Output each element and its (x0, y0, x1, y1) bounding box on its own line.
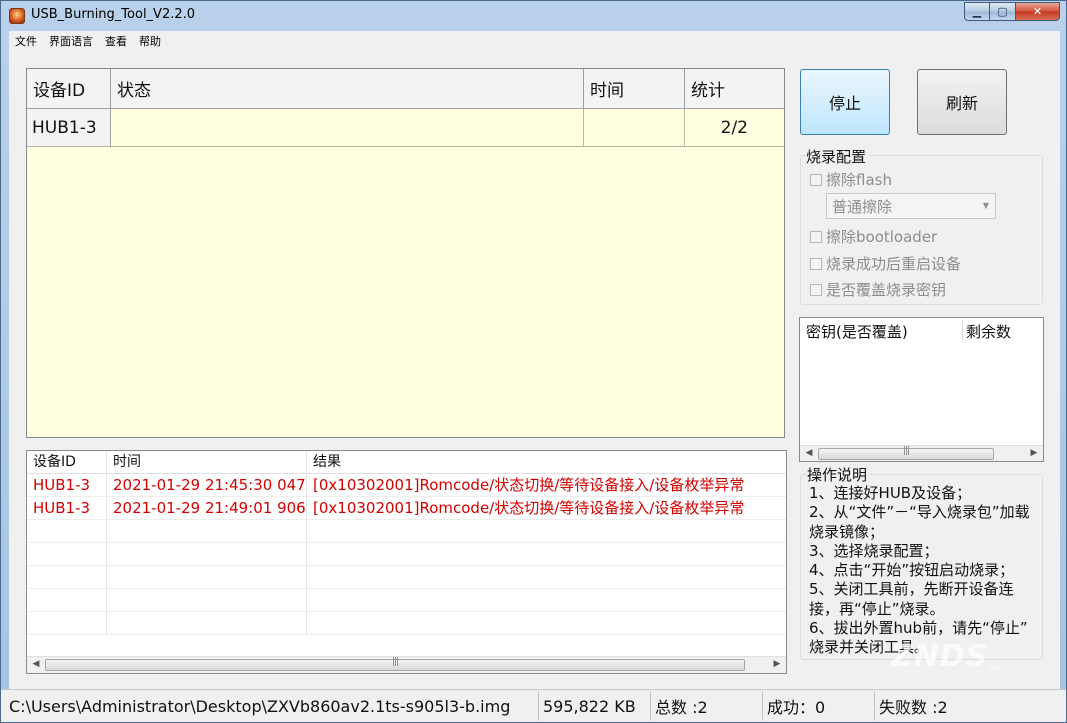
reboot-after-checkbox[interactable] (810, 257, 822, 270)
minimize-button[interactable]: ▁ (964, 2, 990, 21)
overwrite-key-option[interactable]: 是否覆盖烧录密钥 (810, 279, 946, 300)
grid-header-time[interactable]: 时间 (584, 69, 685, 109)
grid-header-count[interactable]: 统计 (685, 69, 784, 109)
menu-view[interactable]: 查看 (99, 33, 133, 49)
reboot-after-label: 烧录成功后重启设备 (826, 255, 962, 273)
status-success-count: 成功：0 (763, 691, 875, 721)
status-file-size: 595,822 KB (539, 691, 651, 721)
burn-config-label: 烧录配置 (806, 146, 870, 167)
log-row[interactable]: HUB1-3 2021-01-29 21:49:01 906 [0x103020… (27, 497, 786, 520)
erase-flash-checkbox[interactable] (810, 173, 822, 186)
app-logo-icon (9, 8, 25, 24)
instructions-label: 操作说明 (807, 464, 871, 485)
close-button[interactable]: ✕ (1016, 2, 1060, 21)
log-time: 2021-01-29 21:45:30 047 (107, 474, 307, 496)
scroll-right-icon[interactable]: ▶ (1026, 448, 1042, 458)
scroll-thumb[interactable]: ||| (45, 657, 745, 671)
device-id-cell: HUB1-3 (27, 109, 111, 147)
log-row[interactable]: HUB1-3 2021-01-29 21:45:30 047 [0x103020… (27, 474, 786, 497)
app-window: USB_Burning_Tool_V2.2.0 ▁ ▢ ✕ 文件 界面语言 查看… (0, 0, 1067, 723)
status-bar: C:\Users\Administrator\Desktop\ZXVb860av… (1, 689, 1066, 722)
erase-flash-option[interactable]: 擦除flash (810, 169, 892, 190)
device-grid-row[interactable]: HUB1-3 2/2 (27, 109, 784, 147)
log-result: [0x10302001]Romcode/状态切换/等待设备接入/设备枚举异常 (313, 499, 745, 517)
log-header: 设备ID 时间 结果 (27, 451, 786, 474)
log-row-empty (27, 543, 786, 566)
log-time: 2021-01-29 21:49:01 906 (107, 497, 307, 519)
log-row-empty (27, 520, 786, 543)
erase-bootloader-label: 擦除bootloader (826, 228, 938, 246)
instruction-line: 烧录镜像； (809, 522, 885, 541)
overwrite-key-label: 是否覆盖烧录密钥 (826, 281, 947, 299)
scroll-right-icon[interactable]: ▶ (769, 659, 785, 669)
menu-bar: 文件 界面语言 查看 帮助 (9, 31, 1060, 50)
log-result: [0x10302001]Romcode/状态切换/等待设备接入/设备枚举异常 (313, 476, 745, 494)
erase-flash-label: 擦除flash (826, 171, 892, 189)
menu-file[interactable]: 文件 (9, 33, 43, 49)
erase-bootloader-checkbox[interactable] (810, 230, 822, 243)
menu-help[interactable]: 帮助 (133, 33, 167, 49)
log-header-time[interactable]: 时间 (107, 451, 307, 473)
instruction-line: 接，再“停止”烧录。 (809, 599, 945, 618)
grid-header-status[interactable]: 状态 (111, 69, 584, 109)
instruction-line: 5、关闭工具前，先断开设备连 (809, 580, 1014, 599)
key-list-header-key[interactable]: 密钥(是否覆盖) (806, 321, 908, 342)
window-title: USB_Burning_Tool_V2.2.0 (31, 7, 196, 22)
menu-language[interactable]: 界面语言 (43, 33, 99, 49)
status-total-count: 总数 :2 (651, 691, 763, 721)
instruction-line: 1、连接好HUB及设备； (809, 484, 972, 502)
key-list[interactable]: 密钥(是否覆盖) 剩余数 ◀ ||| ▶ (799, 317, 1044, 462)
scroll-left-icon[interactable]: ◀ (801, 448, 817, 458)
key-list-horizontal-scrollbar[interactable]: ◀ ||| ▶ (800, 445, 1043, 461)
refresh-button[interactable]: 刷新 (917, 69, 1007, 135)
device-time-cell (584, 109, 685, 147)
device-status-cell (111, 109, 584, 147)
log-header-result[interactable]: 结果 (307, 451, 785, 473)
log-header-device-id[interactable]: 设备ID (27, 451, 107, 473)
scroll-left-icon[interactable]: ◀ (28, 659, 44, 669)
chevron-down-icon: ▼ (982, 201, 989, 210)
key-list-header-remaining[interactable]: 剩余数 (966, 321, 1011, 342)
erase-mode-value: 普通擦除 (832, 197, 893, 216)
instruction-line: 3、选择烧录配置； (809, 541, 939, 560)
erase-mode-select[interactable]: 普通擦除 ▼ (826, 193, 996, 219)
log-row-empty (27, 566, 786, 589)
instructions-text: 1、连接好HUB及设备； 2、从“文件”－“导入烧录包”加载 烧录镜像； 3、选… (809, 484, 1045, 658)
title-bar[interactable]: USB_Burning_Tool_V2.2.0 ▁ ▢ ✕ (1, 1, 1066, 31)
key-list-header-divider (962, 320, 963, 340)
device-grid[interactable]: 设备ID 状态 时间 统计 HUB1-3 2/2 (26, 68, 785, 438)
instruction-line: 6、拔出外置hub前，请先“停止” (809, 619, 1028, 638)
status-fail-count: 失败数 :2 (879, 698, 948, 717)
device-count-cell: 2/2 (685, 109, 784, 147)
log-row-empty (27, 612, 786, 635)
reboot-after-option[interactable]: 烧录成功后重启设备 (810, 253, 961, 274)
instruction-line: 2、从“文件”－“导入烧录包”加载 (809, 503, 1030, 522)
status-file-path: C:\Users\Administrator\Desktop\ZXVb860av… (1, 691, 539, 721)
log-list[interactable]: 设备ID 时间 结果 HUB1-3 2021-01-29 21:45:30 04… (26, 450, 787, 674)
stop-button[interactable]: 停止 (800, 69, 890, 135)
maximize-button[interactable]: ▢ (990, 2, 1016, 21)
grid-header-device-id[interactable]: 设备ID (27, 69, 111, 109)
scroll-thumb[interactable]: ||| (818, 446, 994, 460)
main-panel: 设备ID 状态 时间 统计 HUB1-3 2/2 设备ID 时间 结果 HUB1… (9, 50, 1060, 714)
log-horizontal-scrollbar[interactable]: ◀ ||| ▶ (27, 656, 786, 673)
log-device-id: HUB1-3 (27, 474, 107, 496)
erase-bootloader-option[interactable]: 擦除bootloader (810, 226, 937, 247)
device-grid-header: 设备ID 状态 时间 统计 (27, 69, 784, 109)
watermark-logo: ZNDS (891, 639, 989, 674)
log-device-id: HUB1-3 (27, 497, 107, 519)
overwrite-key-checkbox[interactable] (810, 283, 822, 296)
log-row-empty (27, 589, 786, 612)
instruction-line: 4、点击“开始”按钮启动烧录； (809, 561, 1015, 580)
watermark-domain: .com (986, 663, 1006, 672)
